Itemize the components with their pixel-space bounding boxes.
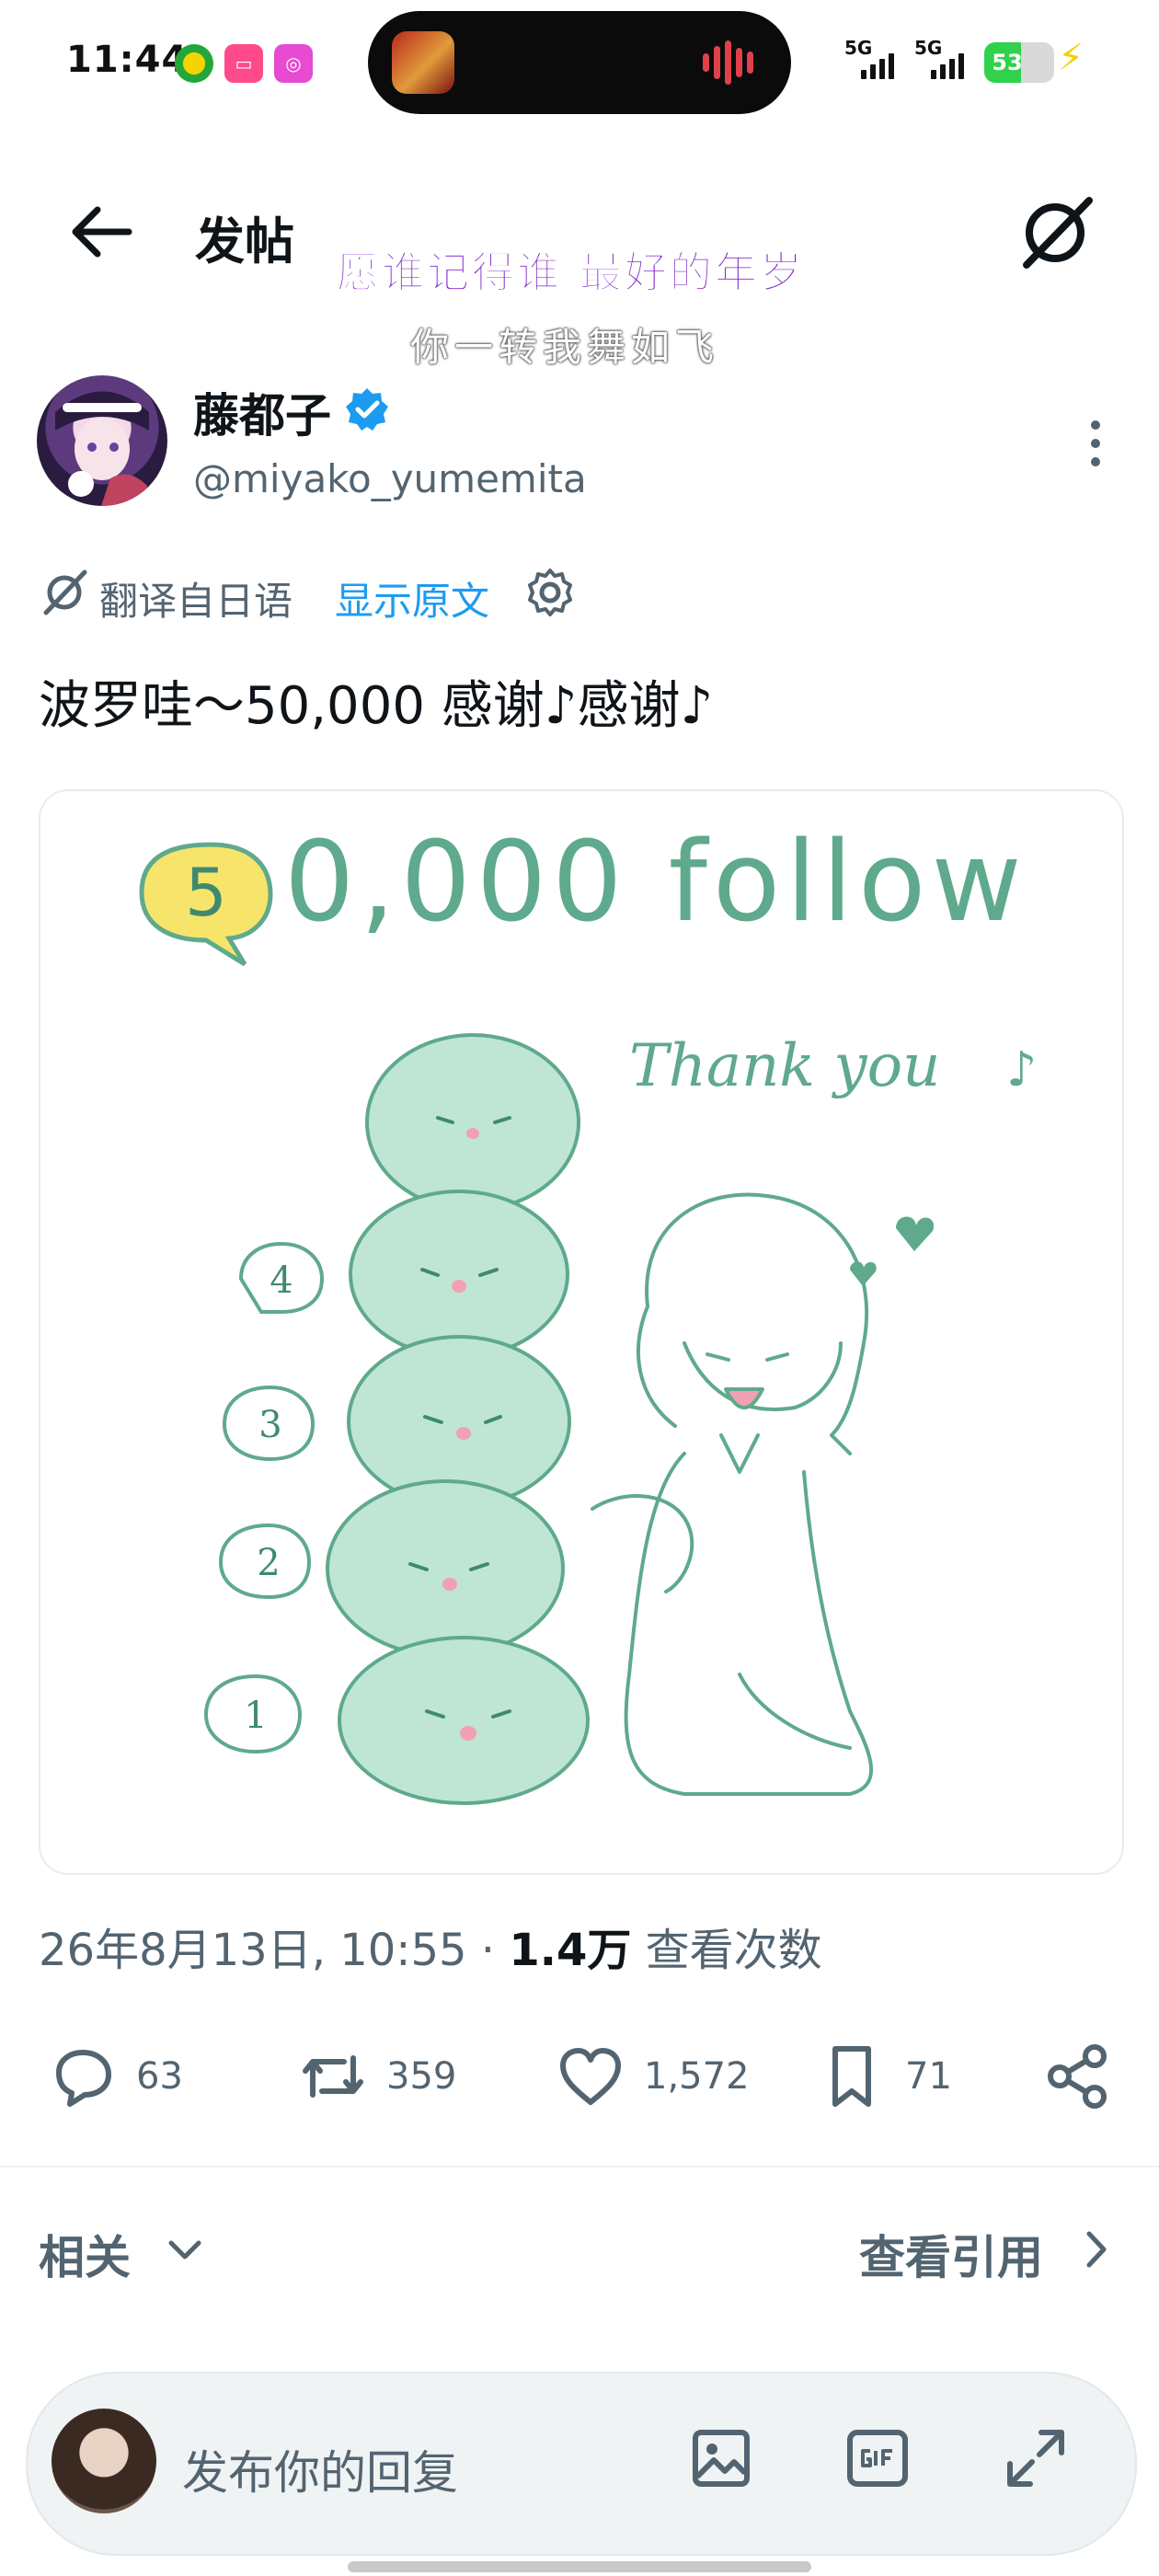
reply-icon (56, 2050, 111, 2107)
view-quotes-link[interactable]: 查看引用 (859, 2221, 1043, 2287)
like-count: 1,572 (644, 2055, 750, 2098)
clock: 11:44 (66, 39, 189, 81)
more-options-icon[interactable] (1082, 416, 1109, 471)
bookmark-icon (832, 2046, 871, 2107)
home-indicator[interactable] (348, 2561, 811, 2572)
app-notification-icon (175, 44, 213, 83)
repost-count: 359 (386, 2055, 457, 2098)
step-label-1: 1 (244, 1695, 267, 1737)
translated-from-label: 翻译自日语 (99, 579, 293, 624)
heart-icon (560, 2048, 621, 2105)
thank-you-text: Thank you (629, 1032, 940, 1100)
arrow-left-icon[interactable] (70, 204, 134, 259)
bilibili-icon: ▭ (224, 44, 263, 83)
page-title: 发帖 (195, 213, 294, 270)
reply-button[interactable]: 63 (46, 2035, 183, 2118)
show-original-link[interactable]: 显示原文 (335, 570, 489, 627)
repost-icon (303, 2055, 363, 2098)
author-avatar[interactable] (37, 375, 167, 506)
signal-bars-icon (861, 53, 894, 79)
audio-wave-icon (736, 48, 742, 77)
status-bar: 11:44 ▭ ◎ 5G 5G 53 ⚡ (0, 0, 1159, 129)
reply-input[interactable]: 发布你的回复 (182, 2436, 458, 2502)
battery-level: 53 (992, 50, 1023, 75)
like-button[interactable]: 1,572 (554, 2035, 750, 2118)
post-text: 波罗哇～50,000 感谢♪感谢♪ (39, 676, 714, 736)
milestone-illustration: 5 0,000 follow Thank you ♪ 4 3 2 1 (139, 819, 1037, 1805)
step-label-4: 4 (270, 1259, 293, 1302)
author-handle[interactable]: @miyako_yumemita (193, 456, 587, 501)
bookmark-button[interactable]: 71 (815, 2035, 952, 2118)
grok-icon[interactable] (1016, 193, 1095, 272)
meta-separator: · (466, 1925, 510, 1976)
milestone-badge-number: 5 (185, 854, 227, 931)
lyric-overlay-line-1: 愿谁记得谁 最好的年岁 (336, 247, 806, 298)
image-icon[interactable] (688, 2425, 754, 2491)
music-app-icon: ◎ (274, 44, 313, 83)
lyric-overlay-line-2: 你一转我舞如飞 (410, 325, 720, 370)
audio-wave-icon (714, 46, 720, 79)
view-count-label: 查看次数 (631, 1925, 822, 1976)
bookmark-count: 71 (905, 2055, 952, 2098)
reply-count: 63 (136, 2055, 183, 2098)
expand-icon[interactable] (997, 2420, 1074, 2497)
milestone-headline: 0,000 follow (284, 819, 1027, 947)
author-name[interactable]: 藤都子 (193, 379, 331, 445)
view-count: 1.4万 (509, 1925, 632, 1976)
audio-wave-icon (747, 52, 753, 74)
dynamic-island[interactable] (368, 11, 791, 114)
blob-2 (326, 1479, 565, 1658)
music-note-icon: ♪ (1006, 1042, 1037, 1098)
charging-icon: ⚡ (1058, 37, 1084, 79)
step-label-3: 3 (258, 1404, 281, 1446)
related-dropdown[interactable]: 相关 (39, 2221, 131, 2287)
post-timestamp: 26年8月13日, 10:55 (39, 1925, 467, 1976)
gif-icon[interactable] (844, 2425, 911, 2491)
blob-1 (338, 1636, 590, 1805)
share-button[interactable] (1041, 2035, 1115, 2118)
heart-doodle (896, 1216, 935, 1251)
now-playing-artwork (392, 31, 454, 94)
chevron-right-icon[interactable] (1078, 2226, 1115, 2272)
verified-badge-icon (346, 388, 388, 431)
blob-5 (365, 1033, 580, 1212)
girl-illustration (591, 1192, 874, 1796)
my-avatar[interactable] (52, 2409, 156, 2513)
signal-bars-icon (931, 53, 964, 79)
repost-button[interactable]: 359 (296, 2035, 456, 2118)
post-meta: 26年8月13日, 10:55 · 1.4万 查看次数 (39, 1914, 822, 1978)
blob-4 (349, 1190, 569, 1359)
post-image[interactable]: 5 0,000 follow Thank you ♪ 4 3 2 1 (39, 789, 1124, 1875)
grok-translate-icon (43, 569, 87, 615)
gear-icon[interactable] (524, 567, 576, 618)
audio-wave-icon (703, 53, 709, 72)
share-icon (1048, 2044, 1107, 2109)
step-label-2: 2 (257, 1542, 280, 1584)
battery-indicator: 53 (984, 42, 1054, 83)
heart-doodle (850, 1261, 877, 1286)
chevron-down-icon[interactable] (162, 2226, 208, 2272)
section-divider (0, 2166, 1159, 2168)
audio-wave-icon (725, 40, 731, 85)
